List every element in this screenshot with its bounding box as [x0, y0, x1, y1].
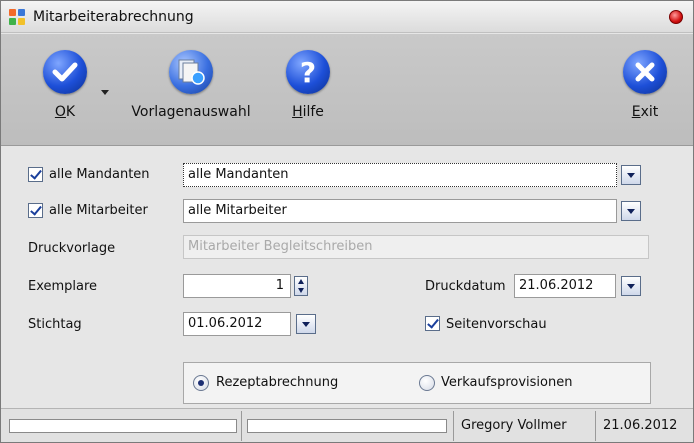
copies-spinner-icon[interactable]: [294, 276, 308, 296]
print-template-field: Mitarbeiter Begleitschreiben: [183, 235, 649, 259]
all-clients-label: alle Mandanten: [49, 167, 150, 182]
employees-dropdown-icon[interactable]: [621, 201, 641, 221]
exit-label: xit: [640, 104, 659, 120]
toolbar: OK Vorlagenauswahl ? Hilfe Exit: [1, 34, 693, 146]
ok-label-accel: O: [54, 104, 66, 120]
help-label: ilfe: [302, 104, 324, 120]
status-bar: Gregory Vollmer 21.06.2012: [1, 408, 693, 442]
status-date: 21.06.2012: [603, 418, 678, 433]
page-preview-label: Seitenvorschau: [446, 317, 547, 332]
page-preview-checkbox[interactable]: [425, 316, 440, 331]
status-divider: [453, 411, 454, 441]
help-label-accel: H: [292, 104, 303, 120]
clients-select[interactable]: alle Mandanten: [183, 163, 617, 187]
template-selection-button[interactable]: Vorlagenauswahl: [121, 42, 261, 120]
help-icon: ?: [286, 50, 330, 94]
ok-dropdown-arrow-icon[interactable]: [101, 90, 109, 95]
reference-date-dropdown-icon[interactable]: [296, 314, 316, 334]
billing-type-group: Rezeptabrechnung Verkaufsprovisionen: [183, 362, 651, 404]
print-date-label: Druckdatum: [425, 279, 506, 294]
ok-label: K: [65, 104, 76, 120]
main-window: Mitarbeiterabrechnung OK Vorlagenauswahl…: [0, 0, 694, 443]
all-employees-label: alle Mitarbeiter: [49, 203, 148, 218]
title-bar: Mitarbeiterabrechnung: [1, 1, 693, 33]
print-template-label: Druckvorlage: [28, 241, 116, 256]
status-user: Gregory Vollmer: [461, 418, 567, 433]
all-employees-checkbox[interactable]: [28, 203, 43, 218]
progress-bar-1: [9, 419, 237, 433]
sales-commissions-label: Verkaufsprovisionen: [441, 375, 573, 390]
print-date-dropdown-icon[interactable]: [621, 276, 641, 296]
close-icon: [623, 50, 667, 94]
radio-prescription-billing[interactable]: [193, 375, 209, 391]
print-date-input[interactable]: 21.06.2012: [514, 274, 616, 298]
copies-label: Exemplare: [28, 279, 98, 294]
status-divider: [595, 411, 596, 441]
radio-sales-commissions[interactable]: [419, 375, 435, 391]
copies-input[interactable]: 1: [183, 274, 291, 298]
prescription-billing-label: Rezeptabrechnung: [216, 375, 339, 390]
employees-select[interactable]: alle Mitarbeiter: [183, 199, 617, 223]
reference-date-label: Stichtag: [28, 317, 82, 332]
check-icon: [43, 50, 87, 94]
exit-label-accel: E: [631, 104, 641, 120]
exit-button[interactable]: Exit: [615, 42, 675, 120]
reference-date-input[interactable]: 01.06.2012: [183, 312, 291, 336]
ok-button[interactable]: OK: [35, 42, 95, 120]
progress-bar-2: [247, 419, 447, 433]
status-divider: [241, 411, 242, 441]
document-template-icon: [169, 50, 213, 94]
template-selection-label: Vorlagenauswahl: [131, 104, 251, 120]
app-icon: [9, 9, 25, 25]
window-title: Mitarbeiterabrechnung: [33, 9, 194, 25]
clients-dropdown-icon[interactable]: [621, 165, 641, 185]
help-button[interactable]: ? Hilfe: [278, 42, 338, 120]
all-clients-checkbox[interactable]: [28, 167, 43, 182]
close-icon[interactable]: [669, 10, 683, 24]
